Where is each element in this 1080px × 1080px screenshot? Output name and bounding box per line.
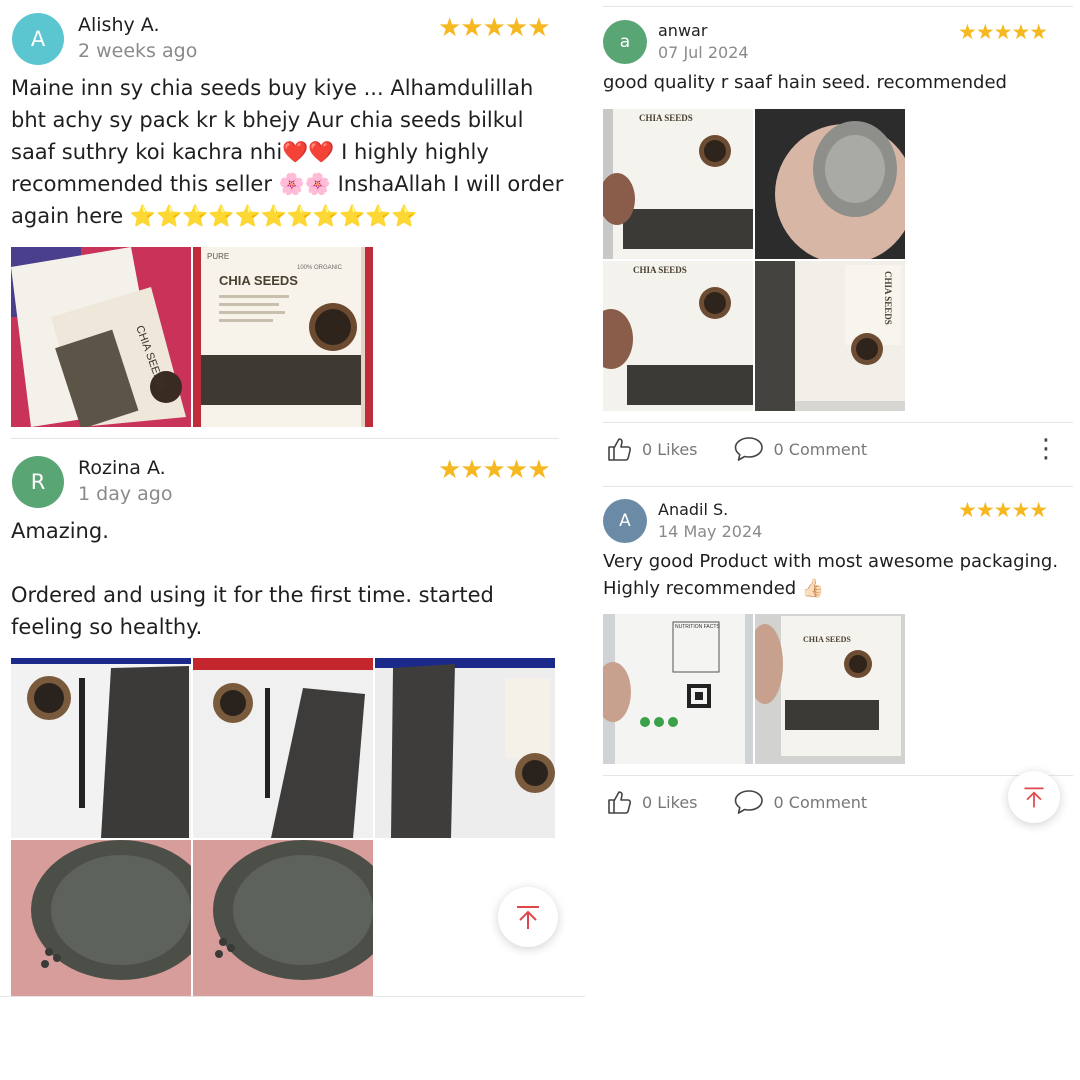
- comments-count: 0 Comment: [773, 439, 868, 459]
- review-photo[interactable]: CHIA SEEDS: [603, 109, 753, 259]
- speech-bubble-icon: [734, 437, 763, 461]
- review-photo[interactable]: CHIA SEEDS: [11, 247, 191, 427]
- photo-label: CHIA SEEDS: [803, 635, 851, 644]
- avatar-letter: A: [30, 27, 46, 51]
- avatar-letter: a: [619, 32, 631, 52]
- photo-label: CHIA SEEDS: [633, 265, 687, 275]
- star-rating: ★★★★★: [958, 20, 1048, 44]
- review-photo[interactable]: PURE 100% ORGANIC CHIA SEEDS: [193, 247, 373, 427]
- review-photo[interactable]: [11, 840, 191, 996]
- thumbs-up-icon: [608, 791, 632, 814]
- speech-bubble-icon: [734, 790, 763, 814]
- reviewer-name: Rozina A.: [78, 457, 166, 479]
- review-actions: 0 Likes 0 Comment: [606, 789, 903, 815]
- arrow-up-to-line-icon: [1024, 787, 1044, 808]
- arrow-up-to-line-icon: [517, 906, 539, 929]
- star-icons: ★★★★★: [438, 13, 551, 43]
- review-card: R Rozina A. 1 day ago ★★★★★ Amazing. Ord…: [0, 440, 585, 1000]
- photo-label: CHIA SEEDS: [639, 113, 693, 123]
- like-button[interactable]: 0 Likes: [606, 789, 698, 815]
- review-photo[interactable]: CHIA SEEDS: [755, 261, 905, 411]
- review-photo[interactable]: [755, 109, 905, 259]
- review-photo[interactable]: CHIA SEEDS: [755, 614, 905, 764]
- star-rating: ★★★★★: [958, 498, 1048, 522]
- review-date: 14 May 2024: [658, 522, 763, 541]
- comments-count: 0 Comment: [773, 792, 868, 812]
- star-icons: ★★★★★: [958, 498, 1048, 522]
- avatar-letter: A: [619, 511, 631, 531]
- divider: [603, 486, 1073, 487]
- review-photo[interactable]: CHIA SEEDS: [603, 261, 753, 411]
- photo-label: CHIA SEEDS: [219, 273, 298, 288]
- right-review-column: a anwar 07 Jul 2024 ★★★★★ good quality r…: [590, 0, 1080, 1080]
- back-to-top-button[interactable]: [1008, 771, 1060, 823]
- review-actions: 0 Likes 0 Comment: [606, 436, 903, 462]
- likes-count: 0 Likes: [642, 439, 698, 459]
- star-icons: ★★★★★: [438, 455, 551, 485]
- avatar: A: [12, 13, 64, 65]
- photo-label: CHIA SEEDS: [883, 271, 893, 325]
- thumbs-up-icon: [608, 438, 632, 461]
- review-date: 2 weeks ago: [78, 40, 198, 62]
- review-photo[interactable]: [193, 840, 373, 996]
- photo-brand: PURE: [207, 252, 229, 261]
- reviewer-name: Alishy A.: [78, 14, 160, 36]
- review-photo[interactable]: NUTRITION FACTS: [603, 614, 753, 764]
- like-button[interactable]: 0 Likes: [606, 436, 698, 462]
- review-card: a anwar 07 Jul 2024 ★★★★★ good quality r…: [590, 8, 1080, 486]
- divider: [603, 422, 1073, 423]
- avatar: a: [603, 20, 647, 64]
- review-photo[interactable]: [11, 658, 191, 838]
- photo-label: NUTRITION FACTS: [675, 624, 720, 630]
- avatar-letter: R: [30, 470, 46, 494]
- comment-button[interactable]: 0 Comment: [734, 436, 868, 462]
- comment-button[interactable]: 0 Comment: [734, 789, 868, 815]
- photo-tag: 100% ORGANIC: [297, 265, 343, 271]
- review-text: Amazing. Ordered and using it for the fi…: [11, 519, 494, 639]
- star-icons: ★★★★★: [958, 20, 1048, 44]
- review-date: 07 Jul 2024: [658, 43, 749, 62]
- avatar: A: [603, 499, 647, 543]
- divider: [603, 775, 1073, 776]
- review-text: Very good Product with most awesome pack…: [603, 551, 1064, 599]
- divider: [0, 996, 585, 997]
- review-text: good quality r saaf hain seed. recommend…: [603, 72, 1007, 93]
- review-photo[interactable]: [375, 658, 555, 838]
- review-date: 1 day ago: [78, 483, 173, 505]
- review-card: A Anadil S. 14 May 2024 ★★★★★ Very good …: [590, 488, 1080, 848]
- divider: [603, 6, 1073, 7]
- vertical-dots-icon[interactable]: ⋮: [1033, 436, 1059, 462]
- reviewer-name: anwar: [658, 21, 708, 40]
- review-card: A Alishy A. 2 weeks ago ★★★★★ Maine inn …: [0, 0, 585, 438]
- star-rating: ★★★★★: [438, 455, 551, 485]
- review-photo[interactable]: [193, 658, 373, 838]
- avatar: R: [12, 456, 64, 508]
- left-review-column: A Alishy A. 2 weeks ago ★★★★★ Maine inn …: [0, 0, 585, 1080]
- divider: [11, 438, 559, 439]
- review-text: Maine inn sy chia seeds buy kiye ... Alh…: [11, 76, 571, 228]
- reviewer-name: Anadil S.: [658, 500, 729, 519]
- likes-count: 0 Likes: [642, 792, 698, 812]
- star-rating: ★★★★★: [438, 13, 551, 43]
- back-to-top-button[interactable]: [498, 887, 558, 947]
